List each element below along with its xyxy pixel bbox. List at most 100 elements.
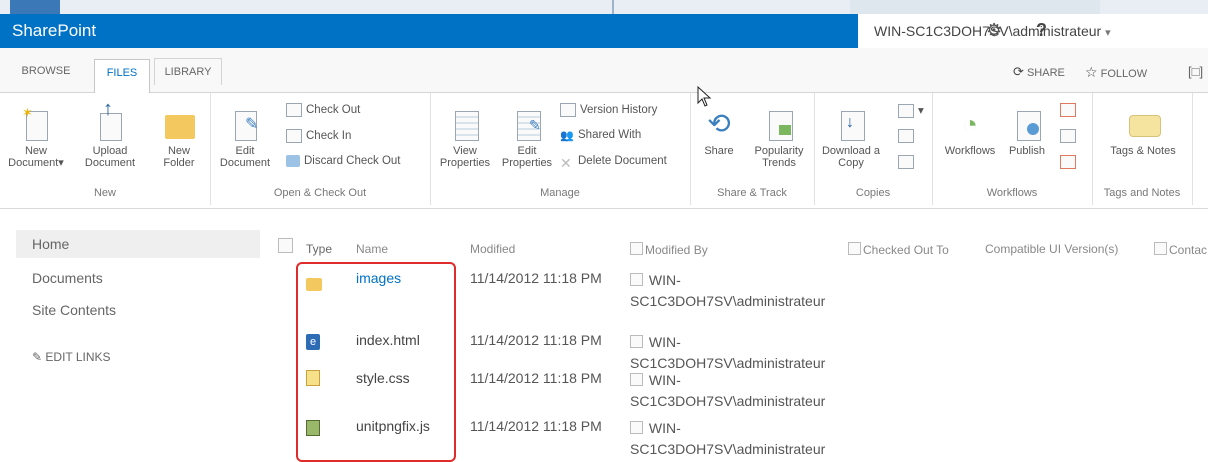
group-label-tags: Tags and Notes (1103, 187, 1181, 199)
group-workflows: ◔ Workflows Publish Workflows (932, 93, 1093, 205)
edit-document-button[interactable]: ✎ Edit Document (214, 107, 276, 169)
share-link[interactable]: ⟳ SHARE (1013, 64, 1065, 80)
group-copies: ↓ Download a Copy ▾ Copies (814, 93, 933, 205)
popularity-trends-icon (763, 107, 795, 141)
follow-link[interactable]: ☆ FOLLOW (1085, 64, 1147, 81)
column-compatible-ui-version[interactable]: Compatible UI Version(s) (985, 242, 1118, 256)
cancel-approval-button[interactable] (1060, 155, 1080, 169)
edit-properties-icon: ✎ (511, 107, 543, 141)
copies-menu-button[interactable]: ▾ (898, 103, 924, 118)
new-folder-button[interactable]: New Folder (154, 107, 204, 169)
nav-item-documents[interactable]: Documents (32, 270, 103, 286)
strip-segment (850, 0, 1100, 14)
pencil-icon: ✎ (32, 350, 43, 364)
approve-button[interactable] (1060, 129, 1080, 143)
modified-date: 11/14/2012 11:18 PM (470, 332, 602, 348)
modified-by[interactable]: WIN- SC1C3DOH7SV\administrateur (630, 418, 870, 460)
popularity-trends-button[interactable]: Popularity Trends (748, 107, 810, 169)
modified-date: 11/14/2012 11:18 PM (470, 418, 602, 434)
column-modified[interactable]: Modified (470, 242, 515, 256)
star-icon: ☆ (1085, 64, 1098, 80)
brand-title[interactable]: SharePoint (12, 21, 96, 41)
publish-icon (1011, 107, 1043, 141)
group-label-open: Open & Check Out (273, 187, 367, 199)
go-to-source-button[interactable] (898, 129, 918, 143)
version-history-button[interactable]: Version History (560, 103, 657, 117)
upload-icon: ↑ (94, 99, 126, 141)
view-properties-button[interactable]: View Properties (434, 107, 496, 169)
strip-divider (612, 0, 614, 14)
people-icon: 👥 (560, 130, 574, 142)
browser-top-strip (0, 0, 1208, 14)
column-name[interactable]: Name (356, 242, 388, 256)
new-document-icon: ✶ (20, 106, 52, 141)
modified-date: 11/14/2012 11:18 PM (470, 270, 602, 286)
unpublish-button[interactable] (1060, 103, 1080, 117)
new-document-button[interactable]: ✶ New Document▾ (4, 106, 68, 169)
tab-files[interactable]: FILES (94, 59, 150, 94)
download-icon: ↓ (835, 107, 867, 141)
cancel-approval-icon (1060, 155, 1076, 169)
group-manage: View Properties ✎ Edit Properties Versio… (430, 93, 691, 205)
select-all-checkbox[interactable] (278, 238, 295, 255)
mouse-cursor-icon (697, 86, 712, 107)
modified-by[interactable]: WIN- SC1C3DOH7SV\administrateur (630, 270, 870, 312)
group-label-copies: Copies (855, 187, 891, 199)
check-out-icon (286, 103, 302, 117)
tab-library[interactable]: LIBRARY (154, 58, 222, 85)
approve-icon (1060, 129, 1076, 143)
column-type[interactable]: Type (306, 242, 332, 256)
ribbon-tab-bar: BROWSE FILES LIBRARY ⟳ SHARE ☆ FOLLOW [□… (0, 48, 1208, 94)
tags-notes-icon (1127, 107, 1161, 141)
check-out-button[interactable]: Check Out (286, 103, 360, 117)
check-in-button[interactable]: Check In (286, 129, 351, 143)
group-share-track: ⟲ Share Popularity Trends Share & Track (690, 93, 815, 205)
publish-button[interactable]: Publish (1004, 107, 1050, 157)
download-copy-button[interactable]: ↓ Download a Copy (820, 107, 882, 169)
modified-by[interactable]: WIN- SC1C3DOH7SV\administrateur (630, 370, 870, 412)
unpublish-icon (1060, 103, 1076, 117)
discard-check-out-button[interactable]: Discard Check Out (286, 155, 401, 167)
focus-content-icon[interactable]: [□] (1188, 64, 1203, 79)
user-area: WIN-SC1C3DOH7SV\administrateur ▾ ⚙ ? (858, 14, 1208, 48)
share-icon: ⟲ (707, 108, 731, 139)
tab-browse[interactable]: BROWSE (6, 58, 86, 84)
version-history-icon (560, 103, 576, 117)
delete-document-button[interactable]: ✕ Delete Document (560, 155, 667, 171)
group-label-share-track: Share & Track (717, 187, 787, 199)
group-label-new: New (93, 187, 116, 199)
view-properties-icon (449, 107, 481, 141)
edit-document-icon: ✎ (229, 107, 261, 141)
workflows-button[interactable]: ◔ Workflows (940, 107, 1000, 157)
upload-document-button[interactable]: ↑ Upload Document (80, 99, 140, 169)
column-modified-by[interactable]: Modified By (630, 242, 708, 257)
column-contact[interactable]: Contac (1154, 242, 1207, 257)
discard-check-out-icon (286, 155, 300, 167)
ribbon: ✶ New Document▾ ↑ Upload Document New Fo… (0, 93, 1208, 209)
edit-properties-button[interactable]: ✎ Edit Properties (496, 107, 558, 169)
go-to-source-icon (898, 129, 914, 143)
group-open-check-out: ✎ Edit Document Check Out Check In Disca… (210, 93, 431, 205)
tags-notes-button[interactable]: Tags & Notes (1108, 107, 1178, 157)
group-tags-notes: Tags & Notes Tags and Notes (1092, 93, 1193, 205)
help-icon[interactable]: ? (1036, 20, 1047, 41)
suite-bar: SharePoint WIN-SC1C3DOH7SV\administrateu… (0, 14, 1208, 48)
share-button[interactable]: ⟲ Share (696, 107, 742, 157)
edit-links[interactable]: ✎ EDIT LINKS (32, 350, 111, 364)
shared-with-button[interactable]: 👥 Shared With (560, 129, 641, 142)
workflows-icon: ◔ (962, 109, 978, 139)
folder-icon (163, 107, 195, 141)
nav-item-site-contents[interactable]: Site Contents (32, 302, 116, 318)
highlight-annotation-box (296, 262, 456, 462)
gear-icon[interactable]: ⚙ (986, 20, 1002, 41)
manage-copies-icon (898, 155, 914, 169)
manage-copies-button[interactable] (898, 155, 918, 169)
group-new: ✶ New Document▾ ↑ Upload Document New Fo… (0, 93, 211, 205)
modified-by[interactable]: WIN- SC1C3DOH7SV\administrateur (630, 332, 870, 374)
column-checked-out-to[interactable]: Checked Out To (848, 242, 949, 257)
group-label-workflows: Workflows (986, 187, 1038, 199)
delete-icon: ✕ (560, 155, 572, 171)
nav-item-home[interactable]: Home (16, 230, 260, 258)
copies-icon (898, 103, 914, 118)
check-in-icon (286, 129, 302, 143)
